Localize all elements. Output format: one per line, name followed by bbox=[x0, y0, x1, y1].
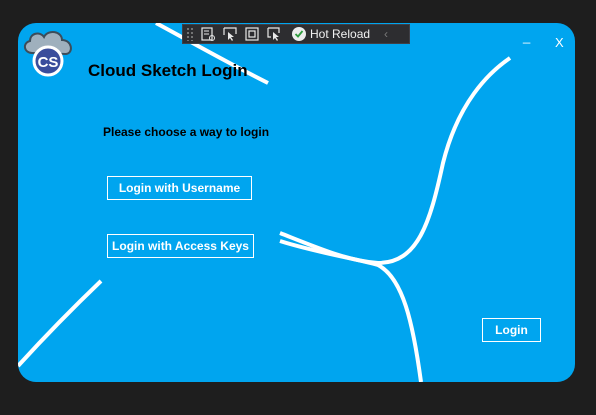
close-button[interactable]: X bbox=[555, 35, 564, 50]
toolbar-grip[interactable] bbox=[186, 27, 194, 41]
hot-reload-indicator[interactable]: Hot Reload bbox=[292, 27, 370, 41]
logo-text: CS bbox=[38, 54, 59, 71]
display-layout-adorners-icon[interactable] bbox=[244, 26, 260, 42]
track-focused-element-icon[interactable] bbox=[266, 26, 282, 42]
login-with-username-button[interactable]: Login with Username bbox=[107, 176, 252, 200]
collapse-chevron-icon[interactable]: ‹ bbox=[384, 27, 388, 41]
cloud-logo-icon: CS bbox=[24, 31, 72, 77]
login-with-access-keys-button[interactable]: Login with Access Keys bbox=[107, 234, 254, 258]
window-title: Cloud Sketch Login bbox=[88, 61, 248, 80]
checkmark-icon bbox=[292, 27, 306, 41]
live-visual-tree-icon[interactable] bbox=[200, 26, 216, 42]
minimize-button[interactable]: _ bbox=[523, 29, 530, 44]
login-prompt: Please choose a way to login bbox=[103, 125, 270, 139]
select-element-icon[interactable] bbox=[222, 26, 238, 42]
cloud-sketch-logo: CS bbox=[20, 27, 78, 79]
hot-reload-label: Hot Reload bbox=[310, 27, 371, 41]
login-button[interactable]: Login bbox=[482, 318, 541, 342]
login-window: CS Cloud Sketch Login Please choose a wa… bbox=[18, 23, 575, 382]
xaml-debug-toolbar: Hot Reload ‹ bbox=[182, 24, 410, 44]
